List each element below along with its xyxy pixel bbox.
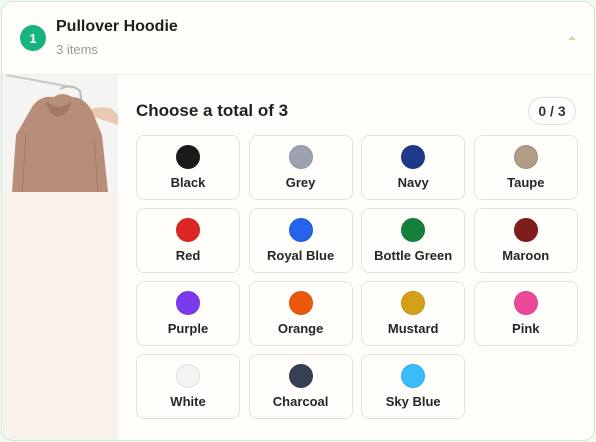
color-option-taupe[interactable]: Taupe	[473, 135, 578, 200]
color-dot	[513, 291, 538, 315]
color-option-sky-blue[interactable]: Sky Blue	[361, 354, 466, 419]
selection-counter: 0 / 3	[528, 97, 576, 125]
color-dot	[513, 145, 538, 169]
color-option-mustard[interactable]: Mustard	[361, 281, 466, 346]
collapse-button[interactable]	[564, 30, 580, 46]
chevron-up-icon	[568, 36, 576, 40]
color-dot	[176, 291, 200, 315]
color-option-red[interactable]: Red	[136, 208, 240, 273]
color-label: Purple	[167, 321, 209, 336]
color-label: Red	[175, 248, 201, 263]
color-option-pink[interactable]: Pink	[473, 281, 578, 346]
color-dot	[176, 145, 200, 169]
color-dot	[513, 218, 538, 242]
color-dot	[176, 218, 200, 242]
color-option-bottle-green[interactable]: Bottle Green	[361, 208, 466, 273]
color-label: Navy	[397, 175, 429, 190]
color-option-royal-blue[interactable]: Royal Blue	[248, 208, 353, 273]
color-selection-panel: Choose a total of 3 0 / 3 Black Grey Navy T…	[118, 75, 594, 440]
color-option-charcoal[interactable]: Charcoal	[248, 354, 353, 419]
color-option-white[interactable]: White	[136, 354, 240, 419]
color-option-black[interactable]: Black	[136, 135, 240, 200]
color-option-maroon[interactable]: Maroon	[473, 208, 578, 273]
color-option-orange[interactable]: Orange	[248, 281, 353, 346]
color-dot	[401, 291, 426, 315]
product-sidebar	[2, 75, 118, 440]
color-dot	[401, 364, 426, 388]
color-label: Royal Blue	[267, 248, 335, 263]
color-label: Sky Blue	[385, 394, 441, 409]
color-dot	[401, 145, 426, 169]
product-title: Pullover Hoodie	[56, 18, 178, 35]
color-label: Black	[170, 175, 206, 190]
color-label: Grey	[285, 175, 316, 190]
color-option-grey[interactable]: Grey	[248, 135, 353, 200]
item-count: 3 items	[56, 42, 98, 57]
color-label: Orange	[277, 321, 324, 336]
color-grid: Black Grey Navy Taupe Red Royal Blue Bottle Gr…	[136, 135, 578, 419]
color-label: Mustard	[387, 321, 439, 336]
color-label: Bottle Green	[374, 248, 453, 263]
card-header[interactable]: 1 Pullover Hoodie 3 items	[2, 2, 594, 75]
color-dot	[288, 145, 313, 169]
selection-title: Choose a total of 3	[136, 101, 289, 120]
color-dot	[288, 364, 313, 388]
color-dot	[401, 218, 426, 242]
product-card: 1 Pullover Hoodie 3 items Choose a total…	[1, 1, 595, 441]
color-dot	[176, 364, 200, 388]
color-label: Taupe	[507, 175, 545, 190]
color-label: Maroon	[502, 248, 550, 263]
color-option-purple[interactable]: Purple	[136, 281, 240, 346]
color-label: Pink	[512, 321, 540, 336]
color-label: Charcoal	[272, 394, 329, 409]
step-badge: 1	[20, 25, 46, 51]
color-option-navy[interactable]: Navy	[361, 135, 466, 200]
color-dot	[288, 218, 313, 242]
product-image	[2, 75, 118, 192]
color-label: White	[170, 394, 206, 409]
color-dot	[288, 291, 313, 315]
